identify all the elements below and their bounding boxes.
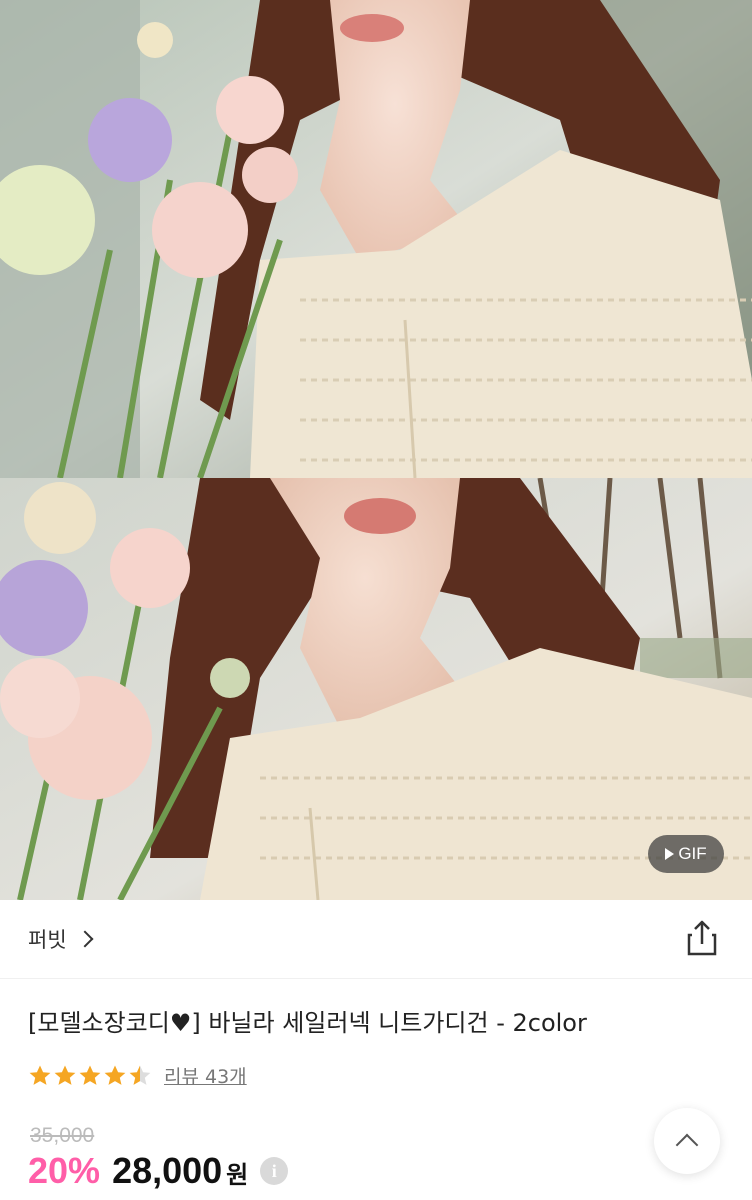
product-photo-1[interactable] — [0, 0, 752, 478]
product-title: [모델소장코디♥] 바닐라 세일러넥 니트가디건 - 2color — [28, 1009, 587, 1037]
play-icon — [665, 848, 675, 860]
discount-rate: 20% — [28, 1150, 101, 1191]
star-icon — [29, 1065, 51, 1085]
currency-label: 원 — [226, 1161, 249, 1189]
gif-label: GIF — [678, 844, 707, 863]
share-icon — [687, 920, 717, 956]
star-icon — [104, 1065, 126, 1085]
store-row: 퍼빗 — [0, 900, 752, 979]
gif-badge[interactable]: GIF — [648, 835, 724, 873]
star-icon — [79, 1065, 101, 1085]
star-icon — [54, 1065, 76, 1085]
chevron-up-icon — [675, 1133, 699, 1157]
store-name: 퍼빗 — [28, 928, 67, 952]
scroll-to-top-button[interactable] — [654, 1108, 720, 1174]
sale-price: 28,000 — [112, 1150, 223, 1191]
share-button[interactable] — [682, 918, 722, 958]
review-count-link[interactable]: 리뷰 43개 — [164, 1062, 247, 1089]
original-price: 35,000 — [30, 1124, 95, 1147]
product-image-gallery[interactable]: GIF — [0, 0, 752, 900]
star-rating — [28, 1064, 152, 1088]
store-link[interactable]: 퍼빗 — [28, 924, 94, 954]
price-row: 20% 28,000 원 i — [28, 1150, 289, 1192]
rating-row[interactable]: 리뷰 43개 — [28, 1062, 247, 1089]
product-photo-2[interactable] — [0, 478, 752, 900]
half-star-icon — [129, 1065, 151, 1085]
info-icon[interactable]: i — [260, 1157, 289, 1185]
chevron-right-icon — [76, 930, 94, 948]
